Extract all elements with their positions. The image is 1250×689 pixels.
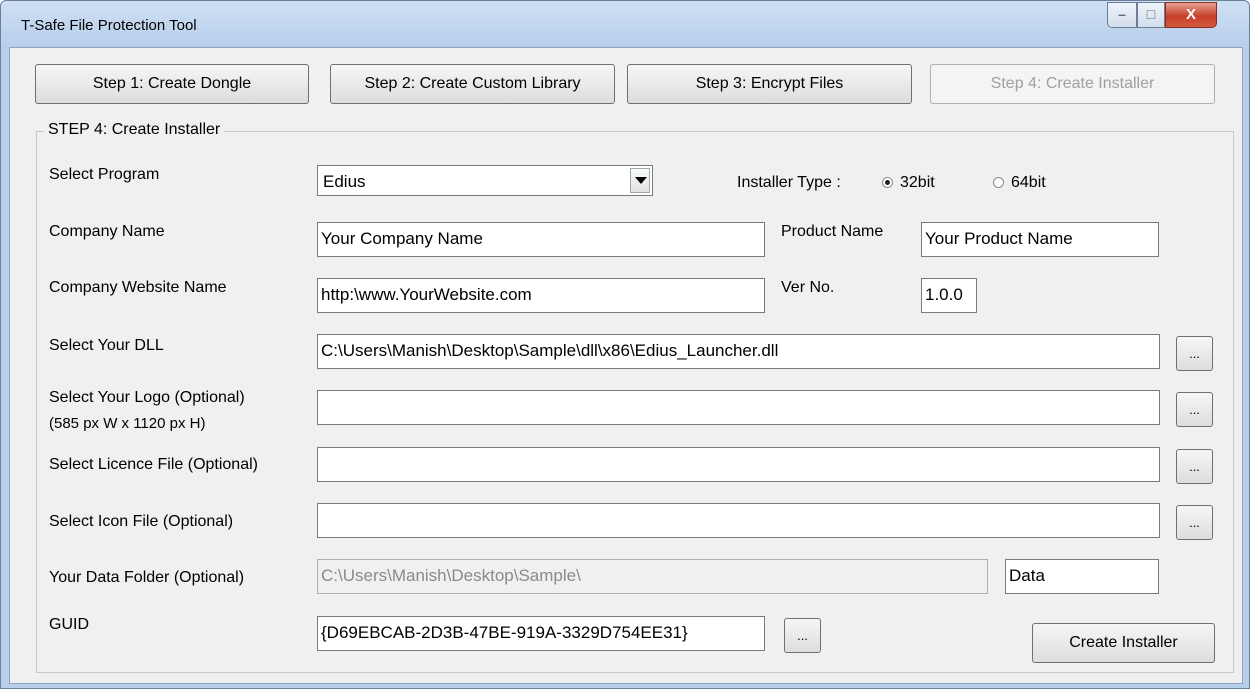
company-name-label: Company Name bbox=[49, 223, 165, 240]
group-title: STEP 4: Create Installer bbox=[44, 121, 225, 139]
product-name-input[interactable]: Your Product Name bbox=[921, 222, 1159, 257]
app-window: T-Safe File Protection Tool – □ X Step 1… bbox=[0, 0, 1250, 689]
dropdown-arrow-button[interactable] bbox=[630, 168, 650, 193]
guid-generate-button[interactable]: ... bbox=[784, 618, 821, 653]
chevron-down-icon bbox=[635, 177, 647, 184]
step2-create-custom-library-button[interactable]: Step 2: Create Custom Library bbox=[330, 64, 615, 104]
select-program-label: Select Program bbox=[49, 166, 160, 183]
guid-label: GUID bbox=[49, 616, 89, 633]
product-name-label: Product Name bbox=[781, 223, 884, 240]
radio-64bit-label[interactable]: 64bit bbox=[1011, 174, 1046, 192]
logo-path-input[interactable] bbox=[317, 390, 1160, 425]
data-folder-path-input: C:\Users\Manish\Desktop\Sample\ bbox=[317, 559, 988, 594]
program-select-value: Edius bbox=[323, 172, 366, 191]
licence-path-input[interactable] bbox=[317, 447, 1160, 482]
data-folder-label: Your Data Folder (Optional) bbox=[49, 569, 245, 586]
dll-browse-button[interactable]: ... bbox=[1176, 336, 1213, 371]
version-input[interactable]: 1.0.0 bbox=[921, 278, 977, 313]
close-button[interactable]: X bbox=[1165, 2, 1217, 28]
close-icon: X bbox=[1185, 6, 1196, 23]
step3-encrypt-files-button[interactable]: Step 3: Encrypt Files bbox=[627, 64, 912, 104]
logo-browse-button[interactable]: ... bbox=[1176, 392, 1213, 427]
select-licence-label: Select Licence File (Optional) bbox=[49, 456, 258, 473]
company-name-input[interactable]: Your Company Name bbox=[317, 222, 765, 257]
title-bar[interactable]: T-Safe File Protection Tool – □ X bbox=[1, 1, 1249, 47]
program-select[interactable]: Edius bbox=[317, 165, 653, 196]
logo-size-hint: (585 px W x 1120 px H) bbox=[49, 415, 206, 432]
icon-path-input[interactable] bbox=[317, 503, 1160, 538]
radio-32bit-label[interactable]: 32bit bbox=[900, 174, 935, 192]
step1-create-dongle-button[interactable]: Step 1: Create Dongle bbox=[35, 64, 309, 104]
step4-create-installer-button[interactable]: Step 4: Create Installer bbox=[930, 64, 1215, 104]
create-installer-button[interactable]: Create Installer bbox=[1032, 623, 1215, 663]
radio-64bit[interactable] bbox=[993, 177, 1004, 188]
icon-browse-button[interactable]: ... bbox=[1176, 505, 1213, 540]
installer-type-label: Installer Type : bbox=[737, 174, 841, 191]
guid-input[interactable]: {D69EBCAB-2D3B-47BE-919A-3329D754EE31} bbox=[317, 616, 765, 651]
data-folder-name-input[interactable]: Data bbox=[1005, 559, 1159, 594]
minimize-button[interactable]: – bbox=[1107, 2, 1137, 28]
select-icon-file-label: Select Icon File (Optional) bbox=[49, 513, 234, 530]
select-dll-label: Select Your DLL bbox=[49, 337, 164, 354]
radio-32bit[interactable] bbox=[882, 177, 893, 188]
maximize-icon: □ bbox=[1146, 6, 1156, 22]
client-area: Step 1: Create Dongle Step 2: Create Cus… bbox=[9, 47, 1243, 684]
licence-browse-button[interactable]: ... bbox=[1176, 449, 1213, 484]
select-logo-label: Select Your Logo (Optional) bbox=[49, 389, 245, 406]
window-title: T-Safe File Protection Tool bbox=[21, 17, 197, 34]
company-website-input[interactable]: http:\www.YourWebsite.com bbox=[317, 278, 765, 313]
minimize-icon: – bbox=[1118, 6, 1126, 22]
company-website-label: Company Website Name bbox=[49, 279, 227, 296]
dll-path-input[interactable]: C:\Users\Manish\Desktop\Sample\dll\x86\E… bbox=[317, 334, 1160, 369]
version-label: Ver No. bbox=[781, 279, 835, 296]
maximize-button[interactable]: □ bbox=[1137, 2, 1165, 28]
